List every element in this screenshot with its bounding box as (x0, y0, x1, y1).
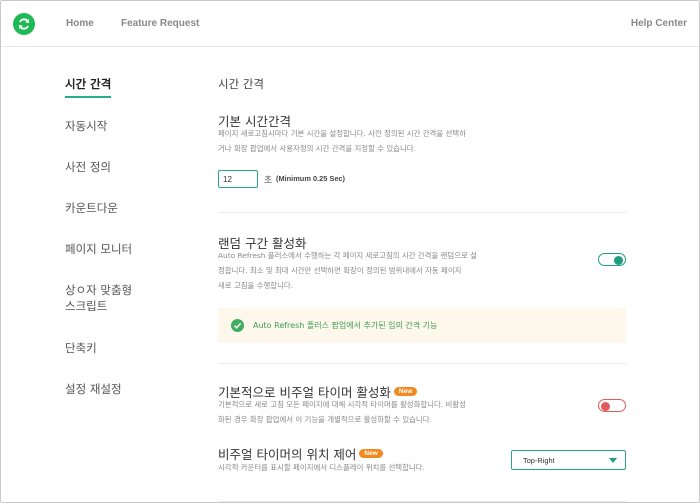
sidebar-item-label: 자동시작 (65, 119, 108, 133)
sidebar-item-reset-settings[interactable]: 설정 재설정 (65, 381, 122, 397)
random-range-desc-line3: 새로 고침을 수행합니다. (218, 281, 294, 290)
sidebar-item-shortcuts[interactable]: 단축키 (65, 340, 97, 356)
sidebar-item-label: 시간 간격 (65, 77, 112, 91)
default-interval-desc-line1: 페이지 새로고침시마다 기본 시간을 설정합니다. 사전 정의된 시간 간격을 … (218, 129, 466, 138)
section-heading: 시간 간격 (218, 77, 264, 91)
section-divider (218, 212, 626, 213)
sidebar-item-label: 사전 정의 (65, 160, 111, 174)
section-divider (218, 501, 626, 502)
toggle-knob (614, 256, 623, 265)
visual-timer-desc-line2: 화된 경우 확장 팝업에서 이 기능을 개별적으로 활성화할 수 있습니다. (218, 415, 432, 424)
seconds-unit-label: 초 (264, 176, 273, 186)
random-range-desc-line2: 정합니다. 최소 및 최대 시간만 선택하면 확장이 정의된 범위내에서 자동 … (218, 266, 462, 275)
new-badge: New (359, 449, 383, 458)
sidebar-item-label-line2: 스크립트 (65, 299, 108, 313)
toggle-knob (601, 402, 610, 411)
sidebar-item-time-interval[interactable]: 시간 간격 (65, 76, 112, 98)
visual-timer-desc-line1: 기본적으로 새로 고침 모든 페이지에 대해 시각적 타이머를 활성화합니다. … (218, 400, 466, 409)
app-logo[interactable] (13, 13, 35, 35)
info-banner-text: Auto Refresh 플러스 팝업에서 추가된 임의 간격 기능 (253, 321, 438, 330)
sidebar-item-label: 설정 재설정 (65, 382, 122, 396)
timer-position-selected-value: Top-Right (523, 456, 555, 465)
sidebar-item-label: 단축키 (65, 341, 97, 355)
new-badge: New (393, 387, 418, 396)
sidebar-item-label-line1: 상ㅇ자 맞춤형 (65, 283, 133, 297)
sidebar-item-label: 카운트다운 (65, 201, 118, 215)
random-range-toggle[interactable] (598, 253, 626, 266)
sidebar-item-predefined[interactable]: 사전 정의 (65, 159, 111, 175)
info-banner: Auto Refresh 플러스 팝업에서 추가된 임의 간격 기능 (218, 308, 626, 343)
minimum-note: (Minimum 0.25 Sec) (276, 174, 345, 183)
sidebar-item-label: 페이지 모니터 (65, 242, 133, 256)
timer-position-desc-line1: 시각적 카운터를 표시할 페이지에서 디스플레이 위치를 선택합니다. (218, 463, 425, 472)
caret-down-icon (609, 458, 617, 463)
interval-seconds-input[interactable] (218, 170, 258, 188)
random-range-desc-line1: Auto Refresh 플러스에서 수행하는 각 페이지 새로고침의 시간 간… (218, 251, 477, 260)
timer-position-select[interactable]: Top-Right (511, 450, 626, 470)
sidebar-item-countdown[interactable]: 카운트다운 (65, 200, 118, 216)
sidebar-item-autostart[interactable]: 자동시작 (65, 118, 107, 134)
nav-feature-request-link[interactable]: Feature Request (121, 18, 199, 29)
default-interval-desc-line2: 거나 확장 팝업에서 사용자정의 시간 간격을 지정할 수 있습니다. (218, 144, 416, 153)
active-tab-underline (65, 96, 111, 98)
check-circle-icon (231, 319, 244, 332)
nav-home-link[interactable]: Home (66, 18, 94, 29)
refresh-arrows-icon (18, 18, 30, 30)
settings-content: 시간 간격 기본 시간간격 페이지 새로고침시마다 기본 시간을 설정합니다. … (218, 1, 628, 502)
app-window: Home Feature Request Help Center 시간 간격 자… (0, 0, 700, 503)
sidebar-item-custom-script[interactable]: 상ㅇ자 맞춤형 스크립트 (65, 282, 132, 314)
section-divider (218, 363, 626, 364)
nav-help-center-link[interactable]: Help Center (631, 18, 687, 29)
visual-timer-toggle[interactable] (598, 399, 626, 412)
sidebar-item-page-monitor[interactable]: 페이지 모니터 (65, 241, 132, 257)
